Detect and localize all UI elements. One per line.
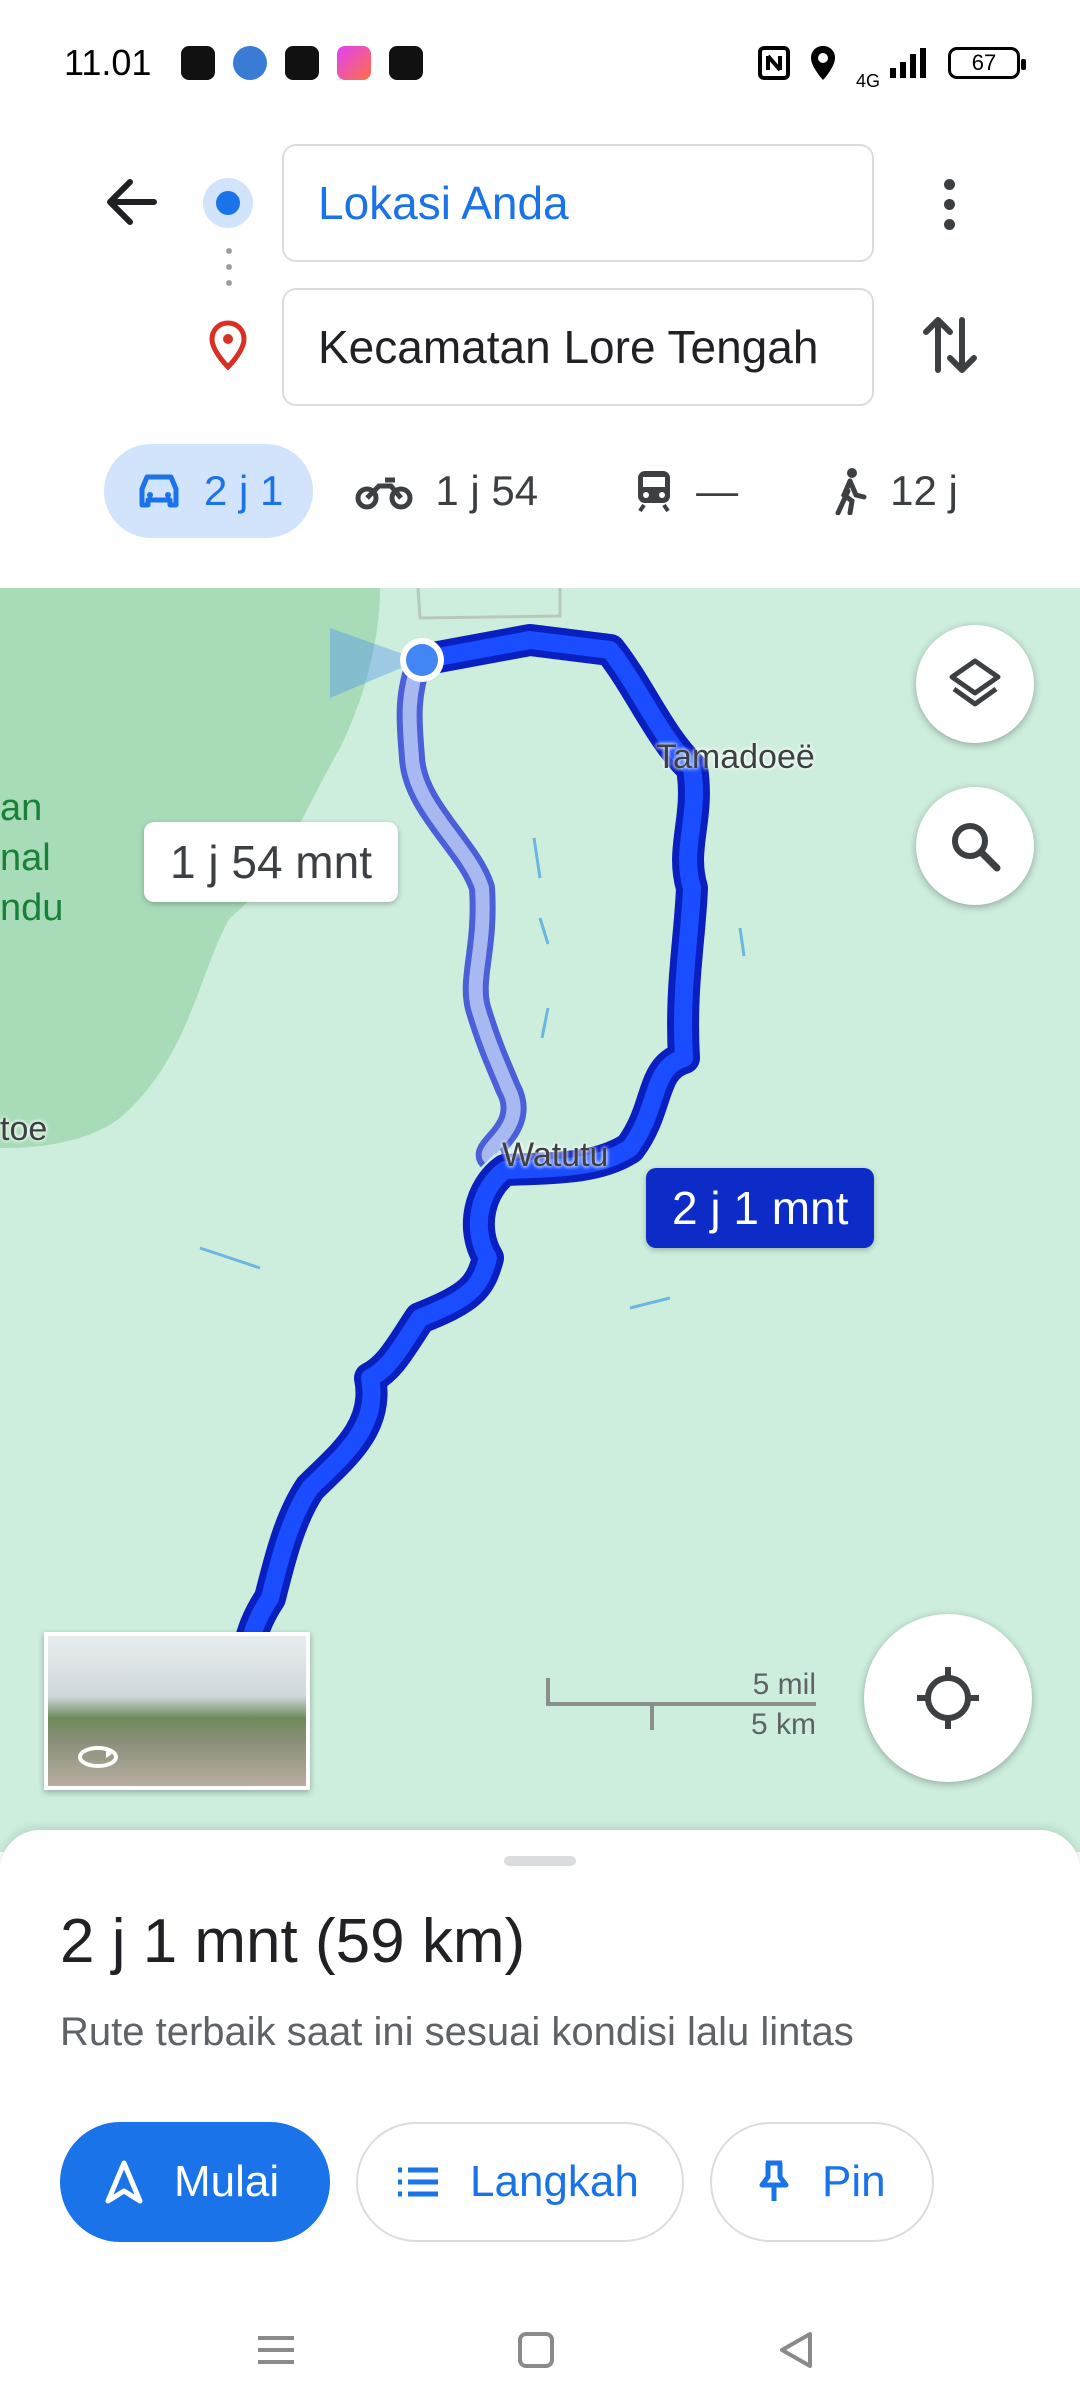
pin-icon	[759, 2160, 789, 2201]
location-icon	[810, 45, 835, 80]
route-connector	[226, 248, 232, 298]
back-button[interactable]	[100, 170, 164, 234]
tab-car[interactable]: 2 j 1	[104, 444, 314, 538]
list-icon	[398, 2167, 438, 2197]
my-location-dot	[406, 644, 438, 676]
park-label: an nal ndu	[0, 783, 63, 933]
main-route-time-callout[interactable]: 2 j 1 mnt	[646, 1168, 875, 1248]
network-type: 4G	[855, 71, 880, 91]
steps-button-label: Langkah	[470, 2157, 639, 2206]
destination-pin-icon	[209, 320, 247, 370]
tab-transit-label: —	[696, 467, 739, 514]
travel-mode-tabs: 2 j 1 1 j 54 — 12 j	[104, 444, 958, 538]
chat-bubble-icon	[181, 45, 216, 80]
status-bar: 11.01 4G 67	[0, 0, 1080, 125]
menu-icon[interactable]	[246, 2320, 306, 2380]
more-options-button[interactable]	[920, 172, 978, 236]
system-icons: 4G 67	[757, 33, 1026, 92]
start-button[interactable]: Mulai	[60, 2122, 330, 2242]
destination-input[interactable]: Kecamatan Lore Tengah	[282, 288, 874, 406]
scale-bar	[546, 1678, 816, 1730]
signal-icon	[890, 47, 926, 78]
route-summary: 2 j 1 mnt (59 km)	[60, 1907, 526, 1976]
line-icon	[285, 45, 320, 80]
my-location-button[interactable]	[864, 1614, 1032, 1782]
tab-transit[interactable]: —	[634, 444, 738, 538]
layers-icon	[949, 658, 1001, 707]
tab-walk-label: 12 j	[890, 467, 958, 514]
crosshair-icon	[917, 1667, 979, 1729]
car-icon	[139, 474, 179, 508]
battery-icon: 67	[948, 46, 1026, 79]
system-nav-bar	[0, 2310, 1080, 2400]
park-label-line: ndu	[0, 887, 64, 929]
app-icon	[233, 45, 268, 80]
tab-car-label: 2 j 1	[204, 467, 284, 514]
navigation-arrow-icon	[105, 2160, 143, 2204]
street-view-rotate-icon	[78, 1746, 118, 1768]
battery-level: 67	[971, 49, 997, 75]
walk-icon	[835, 468, 867, 515]
search-icon	[952, 823, 1001, 872]
map-view[interactable]: an nal ndu toe Tamadoeë Watutu 1 j 54 mn…	[0, 588, 1080, 1852]
map-scale: 5 mil 5 km	[546, 1668, 816, 1741]
home-icon[interactable]	[506, 2320, 566, 2380]
nfc-icon	[757, 45, 790, 80]
alt-route-time-callout[interactable]: 1 j 54 mnt	[144, 822, 398, 902]
shortcut-icon	[337, 45, 372, 80]
tab-motorcycle-label: 1 j 54	[435, 467, 539, 514]
place-label-tamadoee: Tamadoeë	[656, 738, 815, 776]
route-details-sheet[interactable]: 2 j 1 mnt (59 km) Rute terbaik saat ini …	[0, 1830, 1080, 2400]
train-icon	[638, 471, 671, 513]
place-label: toe	[0, 1110, 48, 1148]
start-button-label: Mulai	[174, 2157, 280, 2206]
street-view-thumbnail[interactable]	[44, 1632, 310, 1790]
payment-icon	[389, 45, 424, 80]
origin-input[interactable]: Lokasi Anda	[282, 144, 874, 262]
minor-road	[416, 588, 562, 620]
origin-dot-icon	[203, 178, 253, 228]
route-subtitle: Rute terbaik saat ini sesuai kondisi lal…	[60, 2010, 854, 2054]
park-label-line: an	[0, 787, 43, 829]
place-label-watutu: Watutu	[502, 1136, 609, 1174]
alt-route-outline	[396, 655, 527, 1169]
notification-icons	[181, 45, 424, 80]
pin-button-label: Pin	[822, 2157, 886, 2206]
back-nav-icon[interactable]	[766, 2320, 826, 2380]
layers-button[interactable]	[916, 625, 1034, 743]
sheet-drag-handle[interactable]	[504, 1856, 576, 1866]
pin-button[interactable]: Pin	[710, 2122, 934, 2242]
steps-button[interactable]: Langkah	[356, 2122, 684, 2242]
swap-icon[interactable]	[918, 310, 982, 380]
motorcycle-icon	[355, 477, 413, 510]
map-search-button[interactable]	[916, 787, 1034, 905]
park-label-line: nal	[0, 837, 51, 879]
tab-walk[interactable]: 12 j	[832, 444, 958, 538]
tab-motorcycle[interactable]: 1 j 54	[355, 444, 538, 538]
status-time: 11.01	[64, 41, 152, 83]
